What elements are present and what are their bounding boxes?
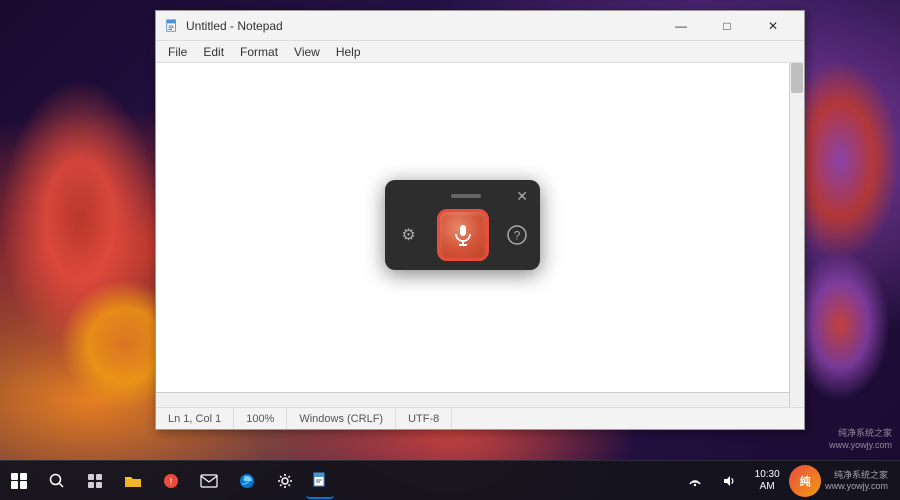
taskview-icon <box>87 473 103 489</box>
scrollbar-thumb-vertical <box>791 63 803 93</box>
taskbar-start-button[interactable] <box>1 463 37 499</box>
brand-logo: 纯 <box>789 465 821 497</box>
help-circle-icon: ? <box>507 225 527 245</box>
minimize-button[interactable]: — <box>658 11 704 41</box>
svg-text:!: ! <box>170 476 173 486</box>
window-title: Untitled - Notepad <box>186 19 652 33</box>
watermark: 纯净系统之家 www.yowjy.com <box>829 427 892 452</box>
taskbar-explorer-button[interactable] <box>115 463 151 499</box>
voice-drag-handle[interactable] <box>451 194 481 198</box>
taskbar-right-area: 10:30 AM 纯 纯净系统之家 www.yowjy.com <box>679 463 900 499</box>
voice-widget-header: ✕ <box>393 189 532 203</box>
brand-text: 纯净系统之家 www.yowjy.com <box>825 470 892 492</box>
store-icon: ! <box>163 473 179 489</box>
status-bar: Ln 1, Col 1 100% Windows (CRLF) UTF-8 <box>156 407 804 429</box>
voice-widget-close-button[interactable]: ✕ <box>516 189 528 203</box>
maximize-button[interactable]: □ <box>704 11 750 41</box>
mail-icon <box>200 474 218 488</box>
taskbar-clock[interactable]: 10:30 AM <box>747 463 787 499</box>
taskbar-edge-button[interactable] <box>229 463 265 499</box>
folder-icon <box>124 473 142 489</box>
title-bar: Untitled - Notepad — □ ✕ <box>156 11 804 41</box>
volume-icon <box>722 474 736 488</box>
zoom-level: 100% <box>234 408 287 429</box>
voice-help-button[interactable]: ? <box>503 221 531 249</box>
taskbar-taskview-button[interactable] <box>77 463 113 499</box>
notepad-taskbar-icon <box>312 472 328 488</box>
menu-bar: File Edit Format View Help <box>156 41 804 63</box>
taskbar-brand-area: 纯 纯净系统之家 www.yowjy.com <box>789 465 892 497</box>
menu-view[interactable]: View <box>286 43 328 61</box>
search-icon <box>49 473 65 489</box>
taskbar-store-button[interactable]: ! <box>153 463 189 499</box>
menu-help[interactable]: Help <box>328 43 369 61</box>
microphone-icon <box>451 223 475 247</box>
voice-mic-button[interactable] <box>437 209 489 261</box>
encoding: UTF-8 <box>396 408 452 429</box>
taskbar-notepad-button[interactable] <box>306 463 334 499</box>
taskbar-search-button[interactable] <box>39 463 75 499</box>
blob-decoration-4 <box>790 250 890 400</box>
vertical-scrollbar[interactable] <box>789 63 804 407</box>
close-button[interactable]: ✕ <box>750 11 796 41</box>
taskbar-settings-button[interactable] <box>267 463 303 499</box>
notepad-app-icon <box>164 18 180 34</box>
svg-text:?: ? <box>513 229 520 243</box>
menu-file[interactable]: File <box>160 43 195 61</box>
taskbar-mail-button[interactable] <box>191 463 227 499</box>
taskbar-network-icon[interactable] <box>679 463 711 499</box>
taskbar-volume-icon[interactable] <box>713 463 745 499</box>
window-controls: — □ ✕ <box>658 11 796 41</box>
cursor-position: Ln 1, Col 1 <box>156 408 234 429</box>
voice-controls: ⚙ ? <box>395 209 531 261</box>
horizontal-scrollbar[interactable] <box>156 392 789 407</box>
taskbar: ! <box>0 460 900 500</box>
network-icon <box>688 474 702 488</box>
windows-logo-icon <box>11 473 27 489</box>
edge-icon <box>238 472 256 490</box>
voice-widget: ✕ ⚙ ? <box>385 180 540 270</box>
voice-settings-button[interactable]: ⚙ <box>395 221 423 249</box>
menu-format[interactable]: Format <box>232 43 286 61</box>
line-ending: Windows (CRLF) <box>287 408 396 429</box>
gear-icon <box>277 473 293 489</box>
menu-edit[interactable]: Edit <box>195 43 232 61</box>
